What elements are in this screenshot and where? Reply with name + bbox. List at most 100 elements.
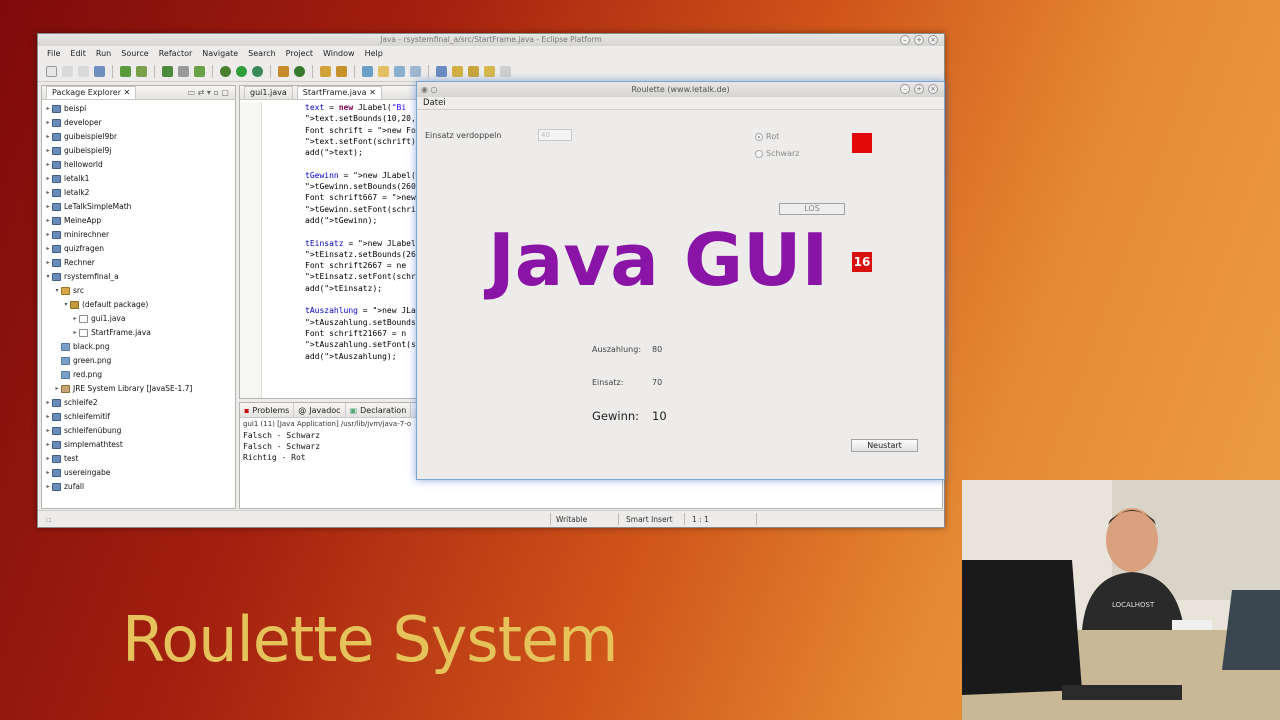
tree-item[interactable]: ▸ MeineApp <box>42 214 235 228</box>
menu-search[interactable]: Search <box>243 47 280 60</box>
tree-item[interactable]: ▾ rsystemfinal_a <box>42 270 235 284</box>
tree-item[interactable]: ▸ simplemathtest <box>42 438 235 452</box>
radio-schwarz[interactable]: Schwarz <box>755 149 799 158</box>
coverage-icon[interactable] <box>252 66 263 77</box>
tree-item[interactable]: ▸ Rechner <box>42 256 235 270</box>
dropdown-icon[interactable] <box>178 66 189 77</box>
tree-item[interactable]: ▸ StartFrame.java <box>42 326 235 340</box>
menu-source[interactable]: Source <box>116 47 153 60</box>
debug-icon[interactable] <box>220 66 231 77</box>
run-icon[interactable] <box>236 66 247 77</box>
next-annotation-icon[interactable] <box>436 66 447 77</box>
tree-item[interactable]: ▸ zufall <box>42 480 235 494</box>
expand-arrow-icon[interactable]: ▾ <box>44 270 52 284</box>
prev-annotation-icon[interactable] <box>452 66 463 77</box>
tab-javadoc[interactable]: @ Javadoc <box>294 402 346 418</box>
tree-item[interactable]: red.png <box>42 368 235 382</box>
highlight-icon[interactable] <box>378 66 389 77</box>
tree-item[interactable]: ▸ gui1.java <box>42 312 235 326</box>
expand-arrow-icon[interactable]: ▸ <box>44 228 52 242</box>
expand-arrow-icon[interactable]: ▸ <box>44 214 52 228</box>
tree-item[interactable]: ▸ schleifenübung <box>42 424 235 438</box>
los-button[interactable]: LOS <box>779 203 845 215</box>
menu-edit[interactable]: Edit <box>65 47 91 60</box>
tree-item[interactable]: ▾ (default package) <box>42 298 235 312</box>
expand-arrow-icon[interactable]: ▸ <box>44 172 52 186</box>
back-icon[interactable] <box>484 66 495 77</box>
expand-arrow-icon[interactable]: ▸ <box>44 130 52 144</box>
search-icon[interactable] <box>336 66 347 77</box>
tab-gui1-java[interactable]: gui1.java <box>244 86 293 99</box>
tree-item[interactable]: ▸ schleifemitif <box>42 410 235 424</box>
menu-datei[interactable]: Datei <box>423 98 446 108</box>
expand-arrow-icon[interactable]: ▸ <box>44 242 52 256</box>
code-area[interactable]: text = new JLabel("Bi ">text.setBounds(10… <box>240 102 416 398</box>
radio-rot[interactable]: Rot <box>755 132 779 141</box>
new-java-project-icon[interactable] <box>278 66 289 77</box>
expand-arrow-icon[interactable]: ▸ <box>44 144 52 158</box>
tree-item[interactable]: ▸ beispi <box>42 102 235 116</box>
expand-arrow-icon[interactable]: ▸ <box>44 480 52 494</box>
expand-arrow-icon[interactable]: ▸ <box>44 410 52 424</box>
open-type-icon[interactable] <box>320 66 331 77</box>
tree-item[interactable]: ▸ helloworld <box>42 158 235 172</box>
expand-arrow-icon[interactable]: ▸ <box>44 200 52 214</box>
menu-window[interactable]: Window <box>318 47 360 60</box>
toggle-mark-icon[interactable] <box>362 66 373 77</box>
tree-item[interactable]: ▸ letalk1 <box>42 172 235 186</box>
tree-item[interactable]: ▸ JRE System Library [JavaSE-1.7] <box>42 382 235 396</box>
expand-arrow-icon[interactable]: ▸ <box>53 382 61 396</box>
menu-help[interactable]: Help <box>360 47 388 60</box>
tab-startframe-java[interactable]: StartFrame.java ✕ <box>296 86 382 99</box>
expand-arrow-icon[interactable]: ▸ <box>44 424 52 438</box>
roulette-minimize-button[interactable]: – <box>900 84 910 94</box>
expand-arrow-icon[interactable]: ▸ <box>44 396 52 410</box>
expand-arrow-icon[interactable]: ▸ <box>44 186 52 200</box>
forward-icon[interactable] <box>500 66 511 77</box>
expand-arrow-icon[interactable]: ▸ <box>44 256 52 270</box>
whitespace-icon[interactable] <box>410 66 421 77</box>
menu-file[interactable]: File <box>42 47 65 60</box>
minimize-button[interactable]: – <box>900 35 910 45</box>
expand-arrow-icon[interactable]: ▸ <box>44 116 52 130</box>
external-tools-icon[interactable] <box>194 66 205 77</box>
new-icon[interactable] <box>46 66 57 77</box>
maximize-button[interactable]: + <box>914 35 924 45</box>
tree-item[interactable]: ▸ usereingabe <box>42 466 235 480</box>
tree-item[interactable]: ▸ minirechner <box>42 228 235 242</box>
build-icon[interactable] <box>120 66 131 77</box>
tab-package-explorer[interactable]: Package Explorer ✕ <box>46 86 137 99</box>
roulette-maximize-button[interactable]: + <box>914 84 924 94</box>
menu-navigate[interactable]: Navigate <box>197 47 243 60</box>
tree-item[interactable]: ▸ test <box>42 452 235 466</box>
expand-arrow-icon[interactable]: ▸ <box>44 158 52 172</box>
expand-arrow-icon[interactable]: ▾ <box>62 298 70 312</box>
expand-arrow-icon[interactable]: ▸ <box>71 326 79 340</box>
tab-declaration[interactable]: ▣ Declaration <box>346 402 412 418</box>
block-selection-icon[interactable] <box>394 66 405 77</box>
close-button[interactable]: × <box>928 35 938 45</box>
expand-arrow-icon[interactable]: ▸ <box>44 438 52 452</box>
expand-arrow-icon[interactable]: ▸ <box>44 466 52 480</box>
expand-arrow-icon[interactable]: ▸ <box>71 312 79 326</box>
menu-project[interactable]: Project <box>281 47 318 60</box>
expand-arrow-icon[interactable]: ▾ <box>53 284 61 298</box>
einsatz-input[interactable]: 40 <box>538 129 572 141</box>
tree-item[interactable]: ▸ guibeispiel9j <box>42 144 235 158</box>
last-edit-icon[interactable] <box>468 66 479 77</box>
tab-problems[interactable]: ▪ Problems <box>240 402 295 418</box>
neustart-button[interactable]: Neustart <box>851 439 918 452</box>
tree-item[interactable]: ▾ src <box>42 284 235 298</box>
tree-item[interactable]: ▸ quizfragen <box>42 242 235 256</box>
new-class-icon[interactable] <box>294 66 305 77</box>
tree-item[interactable]: ▸ schleife2 <box>42 396 235 410</box>
tree-item[interactable]: ▸ developer <box>42 116 235 130</box>
tree-item[interactable]: ▸ LeTalkSimpleMath <box>42 200 235 214</box>
save-icon[interactable] <box>62 66 73 77</box>
menu-refactor[interactable]: Refactor <box>154 47 198 60</box>
expand-arrow-icon[interactable]: ▸ <box>44 452 52 466</box>
print-icon[interactable] <box>94 66 105 77</box>
roulette-close-button[interactable]: × <box>928 84 938 94</box>
tree-item[interactable]: ▸ guibeispiel9br <box>42 130 235 144</box>
expand-arrow-icon[interactable]: ▸ <box>44 102 52 116</box>
